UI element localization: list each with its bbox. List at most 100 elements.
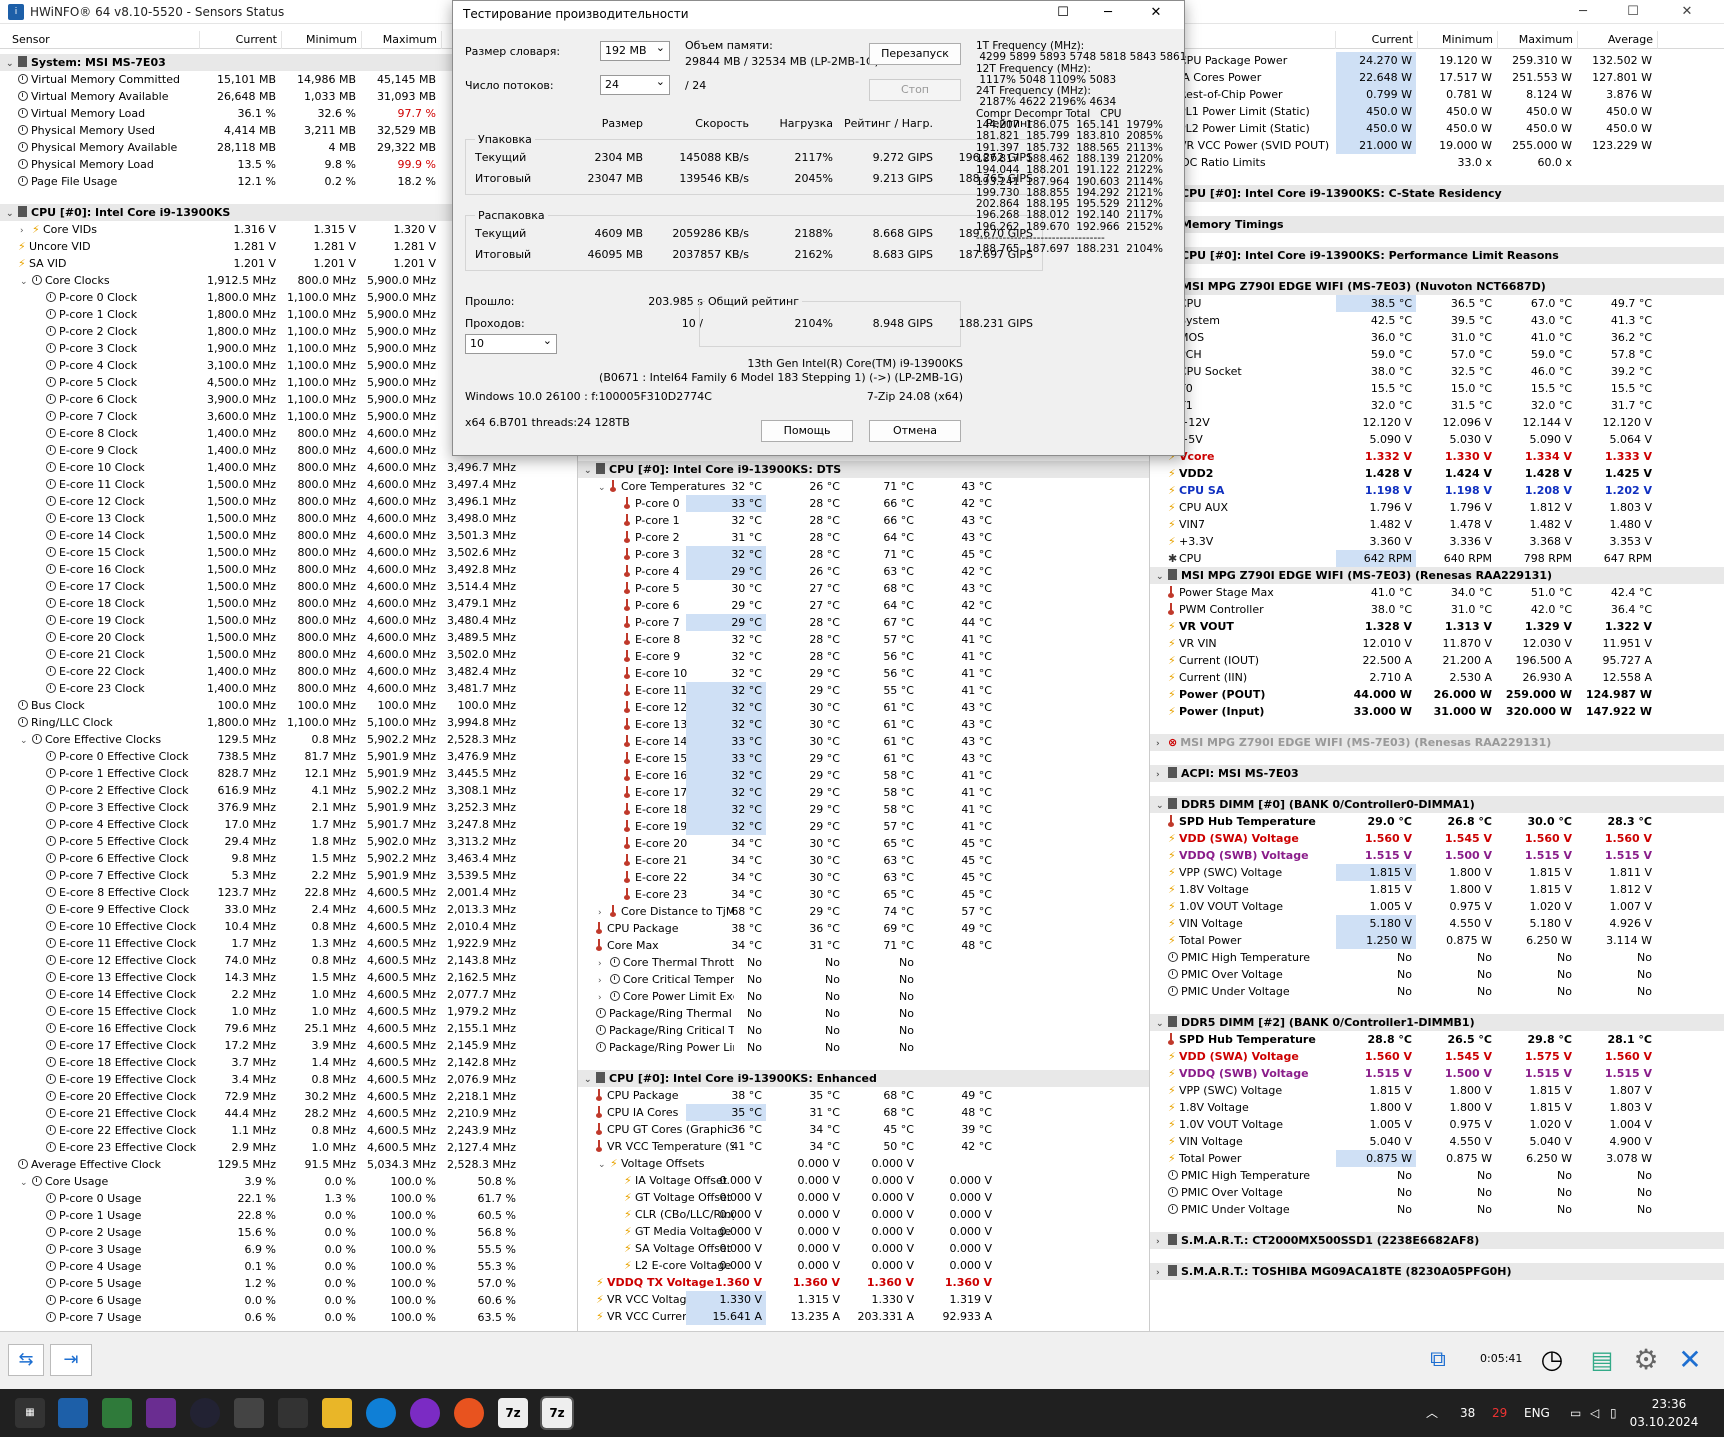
- sensor-row[interactable]: P-core 3 32 °C 28 °C 71 °C 45 °C: [578, 546, 1149, 563]
- expand-chevron-icon[interactable]: ›: [20, 223, 30, 238]
- sensor-row[interactable]: ⚡ CPU AUX 1.796 V 1.796 V 1.812 V 1.803 V: [1150, 499, 1724, 516]
- sensor-row[interactable]: E-core 20 34 °C 30 °C 65 °C 45 °C: [578, 835, 1149, 852]
- sensor-group[interactable]: › ACPI: MSI MS-7E03: [1150, 765, 1724, 782]
- arrows-collapse-icon[interactable]: ⇥: [50, 1344, 92, 1376]
- sensor-row[interactable]: E-core 15 33 °C 29 °C 61 °C 43 °C: [578, 750, 1149, 767]
- file-explorer-icon[interactable]: [322, 1398, 352, 1428]
- close-x-icon[interactable]: ✕: [1672, 1342, 1708, 1378]
- sensor-row[interactable]: ⚡PL1 Power Limit (Static)450.0 W450.0 W4…: [1150, 103, 1724, 120]
- sensor-row[interactable]: ⚡ Power (Input) 33.000 W 31.000 W 320.000 W 1…: [1150, 703, 1724, 720]
- sensor-row[interactable]: E-core 17 Clock 1,500.0 MHz 800.0 MHz 4,600…: [0, 578, 577, 595]
- sensor-row[interactable]: E-core 19 32 °C 29 °C 57 °C 41 °C: [578, 818, 1149, 835]
- dialog-minimize-button[interactable]: ─: [1091, 1, 1125, 27]
- collapse-chevron-icon[interactable]: ⌄: [1156, 798, 1166, 813]
- sensor-row[interactable]: E-core 21 Effective Clock 44.4 MHz 28.2 MH…: [0, 1105, 577, 1122]
- sensor-row[interactable]: E-core 22 34 °C 30 °C 63 °C 45 °C: [578, 869, 1149, 886]
- language-indicator[interactable]: ENG: [1524, 1389, 1550, 1437]
- sensor-row[interactable]: P-core 7 Usage 0.6 % 0.0 % 100.0 % 63.5 %: [0, 1309, 577, 1326]
- expand-chevron-icon[interactable]: ›: [598, 956, 608, 971]
- sensor-group[interactable]: ⌄ DDR5 DIMM [#2] (BANK 0/Controller1-DIMM…: [1150, 1014, 1724, 1031]
- sensor-row[interactable]: E-core 13 32 °C 30 °C 61 °C 43 °C: [578, 716, 1149, 733]
- sensor-row[interactable]: SPD Hub Temperature 28.8 °C 26.5 °C 29.8 °C…: [1150, 1031, 1724, 1048]
- sensor-row[interactable]: Power Stage Max 41.0 °C 34.0 °C 51.0 °C 42.4…: [1150, 584, 1724, 601]
- sensor-row[interactable]: ⚡ Total Power 1.250 W 0.875 W 6.250 W 3.114 W: [1150, 932, 1724, 949]
- sensor-row[interactable]: E-core 23 Effective Clock 2.9 MHz 1.0 MHz 4…: [0, 1139, 577, 1156]
- header-sensor[interactable]: Sensor: [0, 31, 200, 49]
- sensor-row[interactable]: ⚡ VPP (SWC) Voltage 1.815 V 1.800 V 1.815 V 1…: [1150, 864, 1724, 881]
- volume-tray-icon[interactable]: ◁: [1590, 1389, 1599, 1437]
- sensor-row[interactable]: ⚡ Power (POUT) 44.000 W 26.000 W 259.000 W 12…: [1150, 686, 1724, 703]
- sensor-row[interactable]: P-core 1 Effective Clock 828.7 MHz 12.1 MH…: [0, 765, 577, 782]
- sensor-row[interactable]: ⚡ VDD (SWA) Voltage 1.560 V 1.545 V 1.560 V 1…: [1150, 830, 1724, 847]
- sensor-row[interactable]: ›Core Distance to TjMAX68 °C29 °C74 °C57…: [578, 903, 1149, 920]
- sensor-row[interactable]: P-core 2 31 °C 28 °C 64 °C 43 °C: [578, 529, 1149, 546]
- sensor-group[interactable]: › S.M.A.R.T.: TOSHIBA MG09ACA18TE (8230A0…: [1150, 1263, 1724, 1280]
- sensor-row[interactable]: ⚡L2 E-core Voltage Offset0.000 V0.000 V0…: [578, 1257, 1149, 1274]
- sensor-row[interactable]: PMIC Under Voltage No No No No: [1150, 1201, 1724, 1218]
- header-current[interactable]: Current: [200, 31, 282, 49]
- sensor-row[interactable]: P-core 7 Effective Clock 5.3 MHz 2.2 MHz 5,…: [0, 867, 577, 884]
- sensor-row[interactable]: P-core 4 Effective Clock 17.0 MHz 1.7 MHz 5…: [0, 816, 577, 833]
- sensor-row[interactable]: PWM Controller 38.0 °C 31.0 °C 42.0 °C 36.4 …: [1150, 601, 1724, 618]
- collapse-chevron-icon[interactable]: ⌄: [1156, 569, 1166, 584]
- sensor-row[interactable]: E-core 23 34 °C 30 °C 65 °C 45 °C: [578, 886, 1149, 903]
- sensor-row[interactable]: Average Effective Clock 129.5 MHz 91.5 MHz…: [0, 1156, 577, 1173]
- sensor-row[interactable]: E-core 18 Effective Clock 3.7 MHz 1.4 MHz 4…: [0, 1054, 577, 1071]
- sensor-group[interactable]: › ⊗ MSI MPG Z790I EDGE WIFI (MS-7E03) (Ren…: [1150, 734, 1724, 751]
- sensor-row[interactable]: MOS 36.0 °C 31.0 °C 41.0 °C 36.2 °C: [1150, 329, 1724, 346]
- sensor-group[interactable]: ⌄ CPU [#0]: Intel Core i9-13900KS: Enhanc…: [578, 1070, 1149, 1087]
- sensor-row[interactable]: P-core 0 Usage 22.1 % 1.3 % 100.0 % 61.7 %: [0, 1190, 577, 1207]
- sensor-row[interactable]: P-core 0 33 °C 28 °C 66 °C 42 °C: [578, 495, 1149, 512]
- 7zip-active-icon[interactable]: 7z: [540, 1396, 574, 1430]
- sensor-row[interactable]: E-core 9 Effective Clock 33.0 MHz 2.4 MHz 4…: [0, 901, 577, 918]
- sensor-row[interactable]: ⚡ VDDQ TX Voltage 1.360 V 1.360 V 1.360 V 1.3…: [578, 1274, 1149, 1291]
- sensor-row[interactable]: Ring/LLC Clock 1,800.0 MHz 1,100.0 MHz 5,10…: [0, 714, 577, 731]
- sensor-row[interactable]: ⚡CPU Package Power24.270 W19.120 W259.31…: [1150, 52, 1724, 69]
- battery-tray-icon[interactable]: ▯: [1610, 1389, 1617, 1437]
- threads-select[interactable]: 24: [600, 73, 670, 95]
- cpu-tool-icon[interactable]: [146, 1398, 176, 1428]
- sensor-row[interactable]: CPU 38.5 °C 36.5 °C 67.0 °C 49.7 °C: [1150, 295, 1724, 312]
- hwinfo-taskbar-icon[interactable]: [58, 1398, 88, 1428]
- header-maximum[interactable]: Maximum: [1498, 31, 1578, 49]
- header-current[interactable]: Current: [1336, 31, 1418, 49]
- expand-chevron-icon[interactable]: ›: [598, 990, 608, 1005]
- sensor-row[interactable]: ⚡ VIN Voltage 5.040 V 4.550 V 5.040 V 4.900 V: [1150, 1133, 1724, 1150]
- header-average[interactable]: Average: [1578, 31, 1658, 49]
- sensor-row[interactable]: E-core 16 Clock 1,500.0 MHz 800.0 MHz 4,600…: [0, 561, 577, 578]
- sensor-row[interactable]: E-core 22 Clock 1,400.0 MHz 800.0 MHz 4,600…: [0, 663, 577, 680]
- sensor-row[interactable]: E-core 20 Clock 1,500.0 MHz 800.0 MHz 4,600…: [0, 629, 577, 646]
- expand-chevron-icon[interactable]: ›: [1156, 1234, 1166, 1249]
- expand-chevron-icon[interactable]: ›: [1156, 767, 1166, 782]
- expand-chevron-icon[interactable]: ›: [1156, 1265, 1166, 1280]
- sensor-row[interactable]: ›Core Power Limit Exce...NoNoNo: [578, 988, 1149, 1005]
- sensor-row[interactable]: ⚡ 1.0V VOUT Voltage 1.005 V 0.975 V 1.020 V 1…: [1150, 898, 1724, 915]
- sensor-group[interactable]: › S.M.A.R.T.: CT2000MX500SSD1 (2238E6682A…: [1150, 1232, 1724, 1249]
- sensor-row[interactable]: E-core 15 Clock 1,500.0 MHz 800.0 MHz 4,600…: [0, 544, 577, 561]
- sensor-row[interactable]: E-core 19 Clock 1,500.0 MHz 800.0 MHz 4,600…: [0, 612, 577, 629]
- sensor-row[interactable]: ⚡IA Cores Power22.648 W17.517 W251.553 W…: [1150, 69, 1724, 86]
- sensor-row[interactable]: ⚡PL2 Power Limit (Static)450.0 W450.0 W4…: [1150, 120, 1724, 137]
- network-tray-icon[interactable]: ▭: [1570, 1389, 1581, 1437]
- network-icon[interactable]: ⧉: [1418, 1342, 1458, 1378]
- sensor-row[interactable]: P-core 5 Effective Clock 29.4 MHz 1.8 MHz 5…: [0, 833, 577, 850]
- sensor-row[interactable]: ⚡ 1.8V Voltage 1.800 V 1.800 V 1.815 V 1.803 …: [1150, 1099, 1724, 1116]
- sensor-row[interactable]: ⚡+5V5.090 V5.030 V5.090 V5.064 V: [1150, 431, 1724, 448]
- sensor-row[interactable]: E-core 21 Clock 1,500.0 MHz 800.0 MHz 4,600…: [0, 646, 577, 663]
- sensor-row[interactable]: P-core 1 Usage 22.8 % 0.0 % 100.0 % 60.5 %: [0, 1207, 577, 1224]
- sensor-row[interactable]: E-core 13 Clock 1,500.0 MHz 800.0 MHz 4,600…: [0, 510, 577, 527]
- app-icon-meters[interactable]: ▦: [15, 1398, 45, 1428]
- sensor-row[interactable]: ⚡ VPP (SWC) Voltage 1.815 V 1.800 V 1.815 V 1…: [1150, 1082, 1724, 1099]
- sensor-row[interactable]: CPU Package 38 °C 36 °C 69 °C 49 °C: [578, 920, 1149, 937]
- sensor-row[interactable]: PMIC Over Voltage No No No No: [1150, 1184, 1724, 1201]
- sensor-row[interactable]: PMIC High Temperature No No No No: [1150, 1167, 1724, 1184]
- sensor-row[interactable]: PMIC Under Voltage No No No No: [1150, 983, 1724, 1000]
- header-minimum[interactable]: Minimum: [282, 31, 362, 49]
- sensor-row[interactable]: P-core 1 32 °C 28 °C 66 °C 43 °C: [578, 512, 1149, 529]
- sensor-row[interactable]: E-core 12 Effective Clock 74.0 MHz 0.8 MHz…: [0, 952, 577, 969]
- sensor-row[interactable]: E-core 14 Effective Clock 2.2 MHz 1.0 MHz 4…: [0, 986, 577, 1003]
- sensor-row[interactable]: E-core 10 Effective Clock 10.4 MHz 0.8 MHz…: [0, 918, 577, 935]
- sensor-row[interactable]: E-core 22 Effective Clock 1.1 MHz 0.8 MHz 4…: [0, 1122, 577, 1139]
- sensor-group[interactable]: ⌄ CPU [#0]: Intel Core i9-13900KS: DTS: [578, 461, 1149, 478]
- sensor-row[interactable]: P-core 5 Usage 1.2 % 0.0 % 100.0 % 57.0 %: [0, 1275, 577, 1292]
